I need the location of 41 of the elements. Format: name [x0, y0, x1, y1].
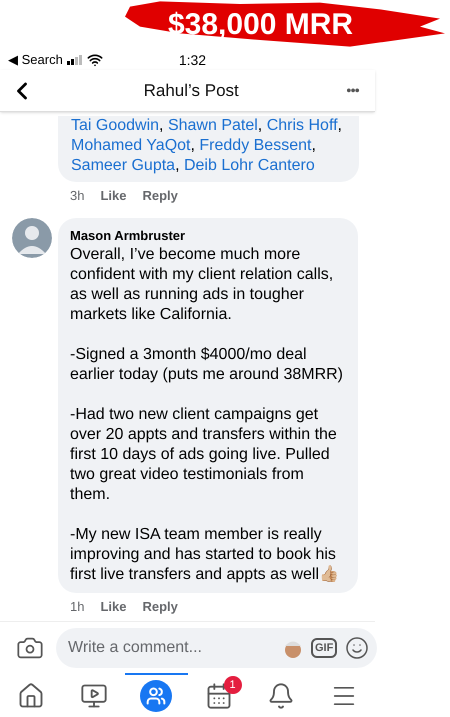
gif-button[interactable]: GIF — [311, 638, 338, 658]
more-options-button[interactable]: ••• — [346, 80, 359, 101]
reply-link[interactable]: Reply — [142, 186, 178, 206]
avatar — [12, 218, 52, 258]
wifi-icon — [86, 52, 103, 68]
signal-icon — [66, 55, 83, 65]
post-title: Rahul’s Post — [142, 80, 240, 102]
clock-time: 1:32 — [178, 50, 206, 70]
bell-icon — [267, 682, 296, 710]
comment-text: -My new ISA team member is really improving and has started to book his first live transfers and appts as well👍🏼 — [70, 525, 340, 585]
nav-tab[interactable]: 1 — [188, 673, 250, 717]
comma: , — [190, 137, 195, 154]
comment-text: Overall, I’ve become much more confident with my client relation calls, as well as running ads in tougher markets like California. — [70, 245, 334, 325]
mention-link[interactable]: Mohamed YaQot — [71, 137, 190, 154]
comma: , — [175, 157, 180, 174]
mention-link[interactable]: Shawn Patel — [168, 117, 258, 134]
comma: , — [159, 117, 164, 134]
banner-text: $38,000 MRR — [168, 8, 354, 42]
comment-time: 1h — [70, 598, 84, 616]
comment-text: -Had two new client campaigns get over 20 appts and transfers within the first 10 days of ads going live. Pulled two great video testimonials from them. — [70, 405, 338, 505]
like-link[interactable]: Like — [100, 597, 126, 616]
mention-link[interactable]: Freddy Bessent — [199, 137, 312, 154]
comment-field[interactable]: Write a comment... GIF — [56, 628, 378, 668]
back-to-search[interactable]: ◀ Search — [8, 50, 63, 70]
video-icon — [80, 682, 108, 710]
emoji-icon[interactable] — [345, 636, 370, 660]
comment-time: 3h — [70, 187, 84, 205]
mention-link[interactable]: Tai Goodwin — [71, 117, 160, 134]
home-icon — [17, 682, 46, 710]
like-link[interactable]: Like — [100, 186, 126, 206]
comma: , — [258, 117, 262, 134]
mention-link[interactable]: Sameer Gupta — [71, 157, 176, 174]
mention-link[interactable]: Deib Lohr Cantero — [184, 157, 315, 174]
reply-link[interactable]: Reply — [142, 597, 178, 616]
comment-text: -Signed a 3month $4000/mo deal earlier today (puts me around 38MRR) — [70, 345, 344, 385]
groups-icon — [140, 680, 172, 712]
comma: , — [338, 117, 342, 134]
notification-badge: 1 — [224, 676, 242, 694]
comment-author[interactable]: Mason Armbruster — [70, 226, 346, 245]
comma: , — [311, 137, 316, 154]
mention-link[interactable]: Chris Hoff — [266, 117, 338, 134]
